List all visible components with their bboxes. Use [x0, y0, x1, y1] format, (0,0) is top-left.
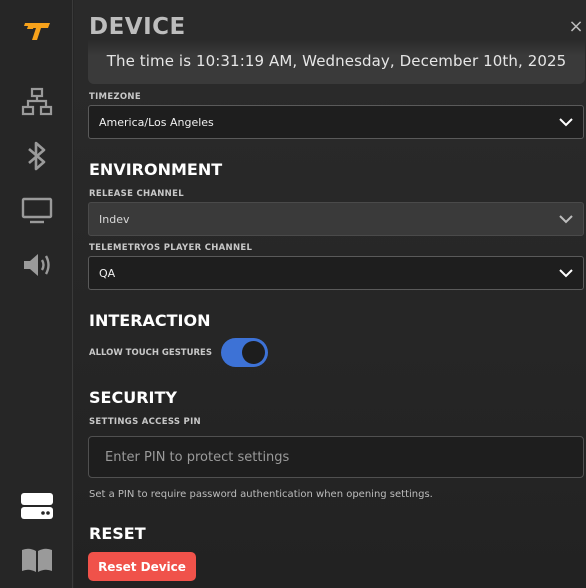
- close-button[interactable]: ×: [567, 17, 585, 37]
- bluetooth-icon[interactable]: [19, 138, 55, 174]
- pin-helper-text: Set a PIN to require password authentica…: [89, 489, 433, 500]
- player-channel-select[interactable]: QA: [88, 256, 584, 290]
- release-channel-label: RELEASE CHANNEL: [89, 189, 184, 199]
- page-title: DEVICE: [89, 14, 186, 40]
- timezone-value: America/Los Angeles: [99, 116, 214, 129]
- environment-heading: ENVIRONMENT: [89, 160, 223, 179]
- device-icon[interactable]: [19, 488, 55, 524]
- chevron-down-icon: [559, 118, 573, 127]
- sidebar: [0, 0, 73, 588]
- device-settings-panel: The time is 10:31:19 AM, Wednesday, Dece…: [74, 0, 586, 588]
- book-icon[interactable]: [19, 542, 55, 578]
- chevron-down-icon: [559, 215, 573, 224]
- pin-label: SETTINGS ACCESS PIN: [89, 417, 201, 427]
- audio-icon[interactable]: [19, 247, 55, 283]
- settings-window: The time is 10:31:19 AM, Wednesday, Dece…: [0, 0, 586, 588]
- reset-device-button[interactable]: Reset Device: [88, 552, 196, 581]
- panel-header: DEVICE ×: [74, 0, 586, 56]
- player-channel-label: TELEMETRYOS PLAYER CHANNEL: [89, 243, 253, 253]
- toggle-knob: [242, 341, 265, 364]
- timezone-label: TIMEZONE: [89, 92, 141, 102]
- reset-heading: RESET: [89, 524, 146, 543]
- player-channel-value: QA: [99, 267, 116, 280]
- release-channel-value: Indev: [99, 213, 130, 226]
- timezone-select[interactable]: America/Los Angeles: [88, 105, 584, 139]
- interaction-heading: INTERACTION: [89, 311, 211, 330]
- pin-input[interactable]: [88, 436, 584, 478]
- logo-icon[interactable]: [19, 12, 55, 48]
- chevron-down-icon: [559, 269, 573, 278]
- security-heading: SECURITY: [89, 388, 177, 407]
- touch-gestures-label: ALLOW TOUCH GESTURES: [89, 348, 212, 358]
- touch-gestures-toggle[interactable]: [221, 338, 268, 367]
- release-channel-select[interactable]: Indev: [88, 202, 584, 236]
- display-icon[interactable]: [19, 193, 55, 229]
- network-icon[interactable]: [19, 84, 55, 120]
